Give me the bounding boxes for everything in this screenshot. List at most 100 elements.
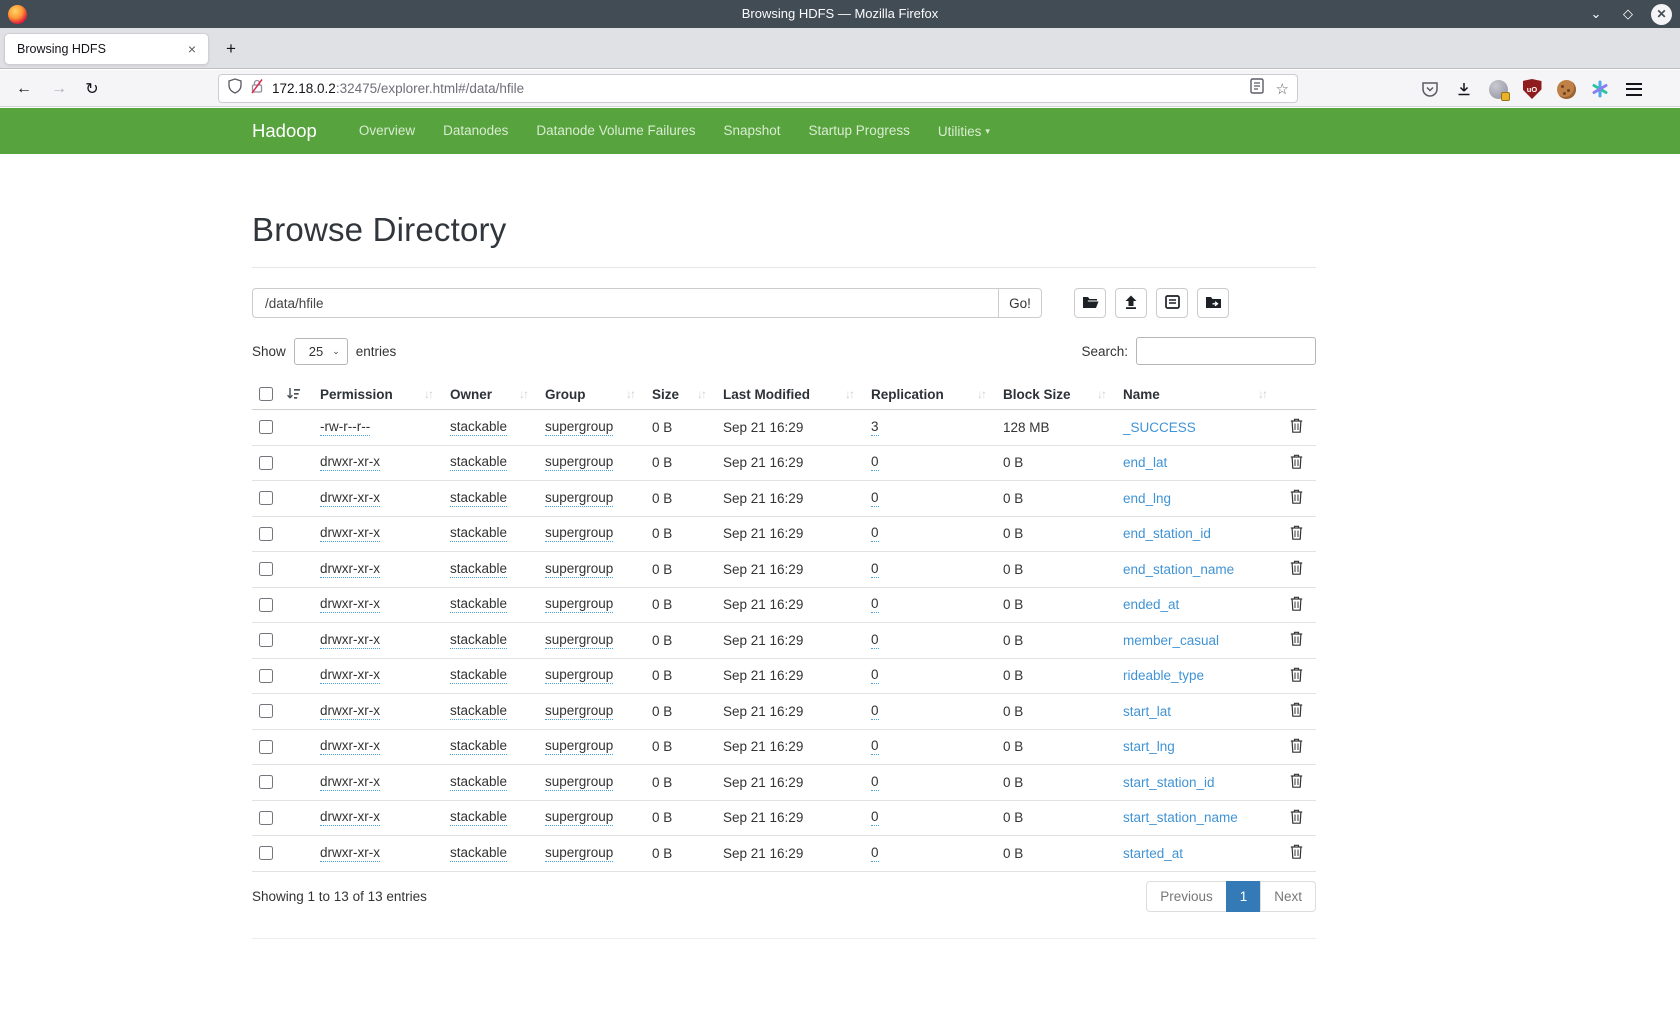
replication-value[interactable]: 0: [871, 596, 879, 613]
owner-value[interactable]: stackable: [450, 809, 507, 826]
delete-button[interactable]: [1276, 525, 1316, 543]
delete-button[interactable]: [1276, 454, 1316, 472]
owner-value[interactable]: stackable: [450, 490, 507, 507]
owner-value[interactable]: stackable: [450, 632, 507, 649]
next-page-button[interactable]: Next: [1260, 881, 1316, 912]
replication-value[interactable]: 0: [871, 667, 879, 684]
replication-value[interactable]: 0: [871, 809, 879, 826]
header-permission[interactable]: Permission↓↑: [312, 387, 442, 402]
new-tab-button[interactable]: +: [218, 36, 244, 62]
nav-item-utilities[interactable]: Utilities▾: [924, 108, 1004, 155]
replication-value[interactable]: 0: [871, 632, 879, 649]
permission-value[interactable]: -rw-r--r--: [320, 419, 370, 436]
owner-value[interactable]: stackable: [450, 703, 507, 720]
header-owner[interactable]: Owner↓↑: [442, 387, 537, 402]
page-1-button[interactable]: 1: [1226, 881, 1262, 912]
file-name-link[interactable]: start_lng: [1123, 739, 1175, 754]
replication-value[interactable]: 0: [871, 703, 879, 720]
delete-button[interactable]: [1276, 596, 1316, 614]
row-checkbox[interactable]: [259, 669, 273, 683]
group-value[interactable]: supergroup: [545, 490, 613, 507]
delete-button[interactable]: [1276, 418, 1316, 436]
delete-button[interactable]: [1276, 738, 1316, 756]
group-value[interactable]: supergroup: [545, 454, 613, 471]
cookie-extension-icon[interactable]: [1554, 77, 1578, 101]
row-checkbox[interactable]: [259, 456, 273, 470]
file-name-link[interactable]: end_lng: [1123, 491, 1171, 506]
downloads-icon[interactable]: [1452, 77, 1476, 101]
extension-account-icon[interactable]: [1486, 77, 1510, 101]
nav-item-snapshot[interactable]: Snapshot: [709, 108, 794, 154]
file-name-link[interactable]: ended_at: [1123, 597, 1179, 612]
sort-amount-icon[interactable]: [286, 387, 312, 401]
owner-value[interactable]: stackable: [450, 738, 507, 755]
file-name-link[interactable]: _SUCCESS: [1123, 420, 1196, 435]
navbar-brand[interactable]: Hadoop: [252, 120, 317, 142]
permission-value[interactable]: drwxr-xr-x: [320, 703, 380, 720]
delete-button[interactable]: [1276, 667, 1316, 685]
replication-value[interactable]: 3: [871, 419, 879, 436]
owner-value[interactable]: stackable: [450, 667, 507, 684]
owner-value[interactable]: stackable: [450, 561, 507, 578]
replication-value[interactable]: 0: [871, 490, 879, 507]
browser-tab[interactable]: Browsing HDFS ×: [4, 33, 209, 65]
owner-value[interactable]: stackable: [450, 596, 507, 613]
delete-button[interactable]: [1276, 702, 1316, 720]
insecure-lock-icon[interactable]: [250, 78, 264, 99]
row-checkbox[interactable]: [259, 562, 273, 576]
window-close-button[interactable]: ✕: [1651, 4, 1672, 25]
delete-button[interactable]: [1276, 631, 1316, 649]
file-name-link[interactable]: rideable_type: [1123, 668, 1204, 683]
permission-value[interactable]: drwxr-xr-x: [320, 632, 380, 649]
url-text[interactable]: 172.18.0.2:32475/explorer.html#/data/hfi…: [272, 81, 1250, 96]
group-value[interactable]: supergroup: [545, 667, 613, 684]
row-checkbox[interactable]: [259, 811, 273, 825]
move-to-folder-button[interactable]: [1197, 288, 1229, 318]
row-checkbox[interactable]: [259, 775, 273, 789]
upload-files-button[interactable]: [1115, 288, 1147, 318]
header-name[interactable]: Name↓↑: [1115, 387, 1276, 402]
delete-button[interactable]: [1276, 560, 1316, 578]
row-checkbox[interactable]: [259, 598, 273, 612]
owner-value[interactable]: stackable: [450, 525, 507, 542]
permission-value[interactable]: drwxr-xr-x: [320, 738, 380, 755]
previous-page-button[interactable]: Previous: [1146, 881, 1227, 912]
replication-value[interactable]: 0: [871, 845, 879, 862]
permission-value[interactable]: drwxr-xr-x: [320, 774, 380, 791]
row-checkbox[interactable]: [259, 846, 273, 860]
go-button[interactable]: Go!: [998, 288, 1042, 318]
header-block-size[interactable]: Block Size↓↑: [995, 387, 1115, 402]
group-value[interactable]: supergroup: [545, 738, 613, 755]
row-checkbox[interactable]: [259, 740, 273, 754]
permission-value[interactable]: drwxr-xr-x: [320, 525, 380, 542]
nav-item-datanode-volume-failures[interactable]: Datanode Volume Failures: [522, 108, 709, 154]
reader-view-icon[interactable]: [1250, 78, 1264, 99]
permission-value[interactable]: drwxr-xr-x: [320, 454, 380, 471]
file-name-link[interactable]: member_casual: [1123, 633, 1219, 648]
nav-item-datanodes[interactable]: Datanodes: [429, 108, 522, 154]
window-minimize-button[interactable]: ⌄: [1587, 6, 1605, 22]
search-input[interactable]: [1136, 337, 1316, 365]
permission-value[interactable]: drwxr-xr-x: [320, 667, 380, 684]
group-value[interactable]: supergroup: [545, 845, 613, 862]
file-name-link[interactable]: start_station_name: [1123, 810, 1238, 825]
replication-value[interactable]: 0: [871, 561, 879, 578]
create-directory-button[interactable]: [1074, 288, 1106, 318]
owner-value[interactable]: stackable: [450, 419, 507, 436]
ublock-origin-icon[interactable]: uO: [1520, 77, 1544, 101]
tab-close-icon[interactable]: ×: [184, 41, 200, 57]
replication-value[interactable]: 0: [871, 738, 879, 755]
group-value[interactable]: supergroup: [545, 525, 613, 542]
header-replication[interactable]: Replication↓↑: [863, 387, 995, 402]
permission-value[interactable]: drwxr-xr-x: [320, 490, 380, 507]
replication-value[interactable]: 0: [871, 454, 879, 471]
delete-button[interactable]: [1276, 809, 1316, 827]
page-size-select[interactable]: 25 ⌄: [294, 338, 348, 365]
delete-button[interactable]: [1276, 844, 1316, 862]
group-value[interactable]: supergroup: [545, 419, 613, 436]
permission-value[interactable]: drwxr-xr-x: [320, 809, 380, 826]
header-size[interactable]: Size↓↑: [644, 387, 715, 402]
group-value[interactable]: supergroup: [545, 596, 613, 613]
forward-icon[interactable]: →: [45, 75, 73, 103]
owner-value[interactable]: stackable: [450, 774, 507, 791]
